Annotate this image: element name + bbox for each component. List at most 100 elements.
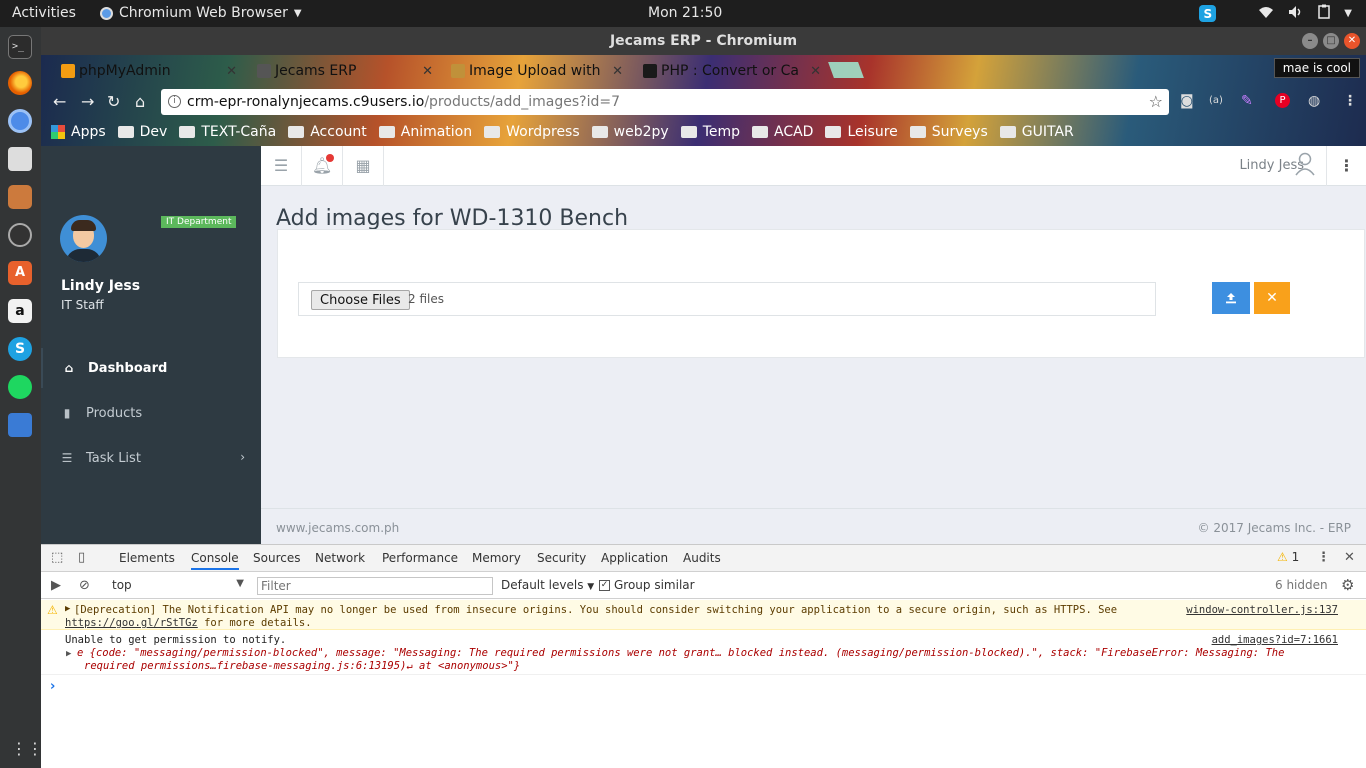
close-window-button[interactable]: ✕ [1344,33,1360,49]
expand-arrow-icon[interactable]: ▶ [65,604,70,614]
bookmark-star-icon[interactable]: ☆ [1149,89,1163,115]
pinterest-icon[interactable]: P [1275,93,1290,108]
inspect-element-icon[interactable]: ⬚ [51,550,63,565]
devtools-tab-network[interactable]: Network [315,551,365,565]
spotify-icon[interactable] [8,375,32,399]
console-prompt[interactable]: › [50,679,55,694]
user-icon[interactable] [1294,152,1316,178]
bookmark-folder-leisure[interactable]: Leisure [825,121,898,143]
menu-toggle-button[interactable]: ☰ [261,146,302,186]
reload-icon[interactable]: ↻ [107,92,120,111]
address-bar[interactable]: i crm-epr-ronalynjecams.c9users.io/produ… [161,89,1169,115]
chrome-menu-icon[interactable]: ⋮ [1343,93,1357,109]
new-tab-button[interactable] [828,62,864,78]
bookmark-folder-guitar[interactable]: GUITAR [999,121,1074,143]
context-selector[interactable]: top ▼ [112,578,244,592]
close-devtools-icon[interactable]: ✕ [1344,550,1355,565]
log-levels-dropdown[interactable]: Default levels ▼ [501,578,594,592]
expand-object-icon[interactable]: ▶ [66,649,71,659]
bookmark-folder-temp[interactable]: Temp [680,121,740,143]
cloud-app-icon[interactable] [8,413,32,437]
site-info-icon[interactable]: i [168,95,181,108]
file-input[interactable]: Choose Files 2 files [298,282,1156,316]
clear-console-icon[interactable]: ⊘ [79,578,90,593]
warning-source-link[interactable]: window-controller.js:137 [1186,604,1338,616]
tab-jecams-erp[interactable]: Jecams ERP ✕ [253,58,437,85]
chromium-dock-icon[interactable] [8,109,32,133]
warning-counter[interactable]: ⚠ 1 [1277,550,1299,564]
activities-button[interactable]: Activities [12,5,76,21]
close-tab-icon[interactable]: ✕ [612,58,623,85]
skype-dock-icon[interactable]: S [8,337,32,361]
bookmark-folder-animation[interactable]: Animation [378,121,472,143]
device-toolbar-icon[interactable]: ▯ [78,550,85,565]
log-source-link[interactable]: add_images?id=7:1661 [1212,634,1338,646]
extension-icon[interactable]: (a) [1209,95,1223,106]
camera-extension-icon[interactable]: ◙ [1180,93,1194,109]
sidebar-toggle-icon[interactable]: ▶︎ [51,578,61,593]
notifications-button[interactable]: 🔔︎ [302,146,343,186]
terminal-icon[interactable]: >_ [8,35,32,59]
avatar[interactable] [60,215,107,262]
devtools-tab-console[interactable]: Console [191,551,239,570]
devtools-tab-audits[interactable]: Audits [683,551,721,565]
power-menu-icon[interactable]: ▼ [1344,8,1352,19]
log-object-line1[interactable]: e {code: "messaging/permission-blocked",… [77,647,1284,659]
cancel-upload-button[interactable]: ✕ [1254,282,1290,314]
close-tab-icon[interactable]: ✕ [226,58,237,85]
firefox-icon[interactable] [8,71,32,95]
sidebar-item-task-list[interactable]: ☰ Task List › [41,438,261,478]
devtools-tab-elements[interactable]: Elements [119,551,175,565]
close-tab-icon[interactable]: ✕ [810,58,821,85]
bookmark-folder-wordpress[interactable]: Wordpress [484,121,580,143]
bookmark-folder-text-cana[interactable]: TEXT-Caña [179,121,276,143]
amazon-icon[interactable]: a [8,299,32,323]
clipboard-icon[interactable] [1318,4,1331,23]
deprecation-link[interactable]: https://goo.gl/rStTGz [65,617,198,629]
minimize-button[interactable]: – [1302,33,1318,49]
sidebar-item-dashboard[interactable]: ⌂ Dashboard [41,348,261,388]
tab-phpmyadmin[interactable]: phpMyAdmin ✕ [57,58,241,85]
app-menu[interactable]: Chromium Web Browser ▼ [100,5,302,21]
wifi-icon[interactable] [1258,5,1274,23]
bookmark-folder-surveys[interactable]: Surveys [909,121,988,143]
upload-button[interactable] [1212,282,1250,314]
skype-tray-icon[interactable]: S [1199,5,1217,22]
close-tab-icon[interactable]: ✕ [422,58,433,85]
tab-php-convert[interactable]: PHP : Convert or Ca ✕ [639,58,825,85]
clock[interactable]: Mon 21:50 [648,5,722,21]
devtools-tab-memory[interactable]: Memory [472,551,521,565]
globe-extension-icon[interactable]: ◍ [1308,93,1320,109]
devtools-menu-icon[interactable]: ⋮ [1317,550,1330,565]
devtools-tab-performance[interactable]: Performance [382,551,458,565]
bookmark-folder-web2py[interactable]: web2py [591,121,669,143]
home-button-icon[interactable]: ⌂ [135,92,145,111]
bookmark-folder-account[interactable]: Account [288,121,367,143]
system-tray[interactable]: S ▼ [1199,4,1352,23]
more-options-button[interactable]: ⋮ [1326,146,1366,186]
software-center-icon[interactable]: A [8,261,32,285]
bookmark-folder-dev[interactable]: Dev [117,121,167,143]
sidebar-item-products[interactable]: ▮ Products [41,393,261,433]
bookmark-folder-acad[interactable]: ACAD [752,121,813,143]
bookmark-apps[interactable]: Apps [51,121,106,143]
profile-button[interactable]: mae is cool [1273,58,1360,78]
tab-image-upload[interactable]: Image Upload with ✕ [447,58,627,85]
group-similar-checkbox[interactable]: ✓ Group similar [599,578,695,592]
media-player-icon[interactable] [8,147,32,171]
files-icon[interactable] [8,185,32,209]
devtools-tab-sources[interactable]: Sources [253,551,300,565]
apps-grid-button[interactable]: ▦ [343,146,384,186]
back-icon[interactable]: ← [53,92,66,111]
gear-icon[interactable]: ⚙ [1341,576,1354,594]
devtools-tab-security[interactable]: Security [537,551,586,565]
devtools-tab-application[interactable]: Application [601,551,668,565]
obs-icon[interactable] [8,223,32,247]
console-filter-input[interactable] [257,577,493,595]
volume-icon[interactable] [1288,5,1304,23]
choose-files-button[interactable]: Choose Files [311,290,410,310]
maximize-button[interactable]: □ [1323,33,1339,49]
forward-icon[interactable]: → [81,92,94,111]
bookmark-label: ACAD [774,124,814,140]
feather-extension-icon[interactable]: ✎ [1241,93,1253,109]
